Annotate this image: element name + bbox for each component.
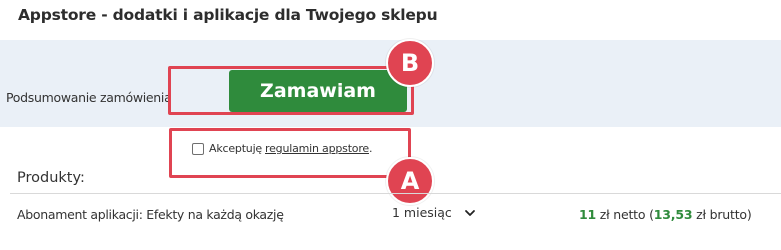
callout-badge-b: B (386, 39, 434, 87)
page-header: Appstore - dodatki i aplikacje dla Twoje… (0, 0, 781, 40)
summary-label: Podsumowanie zamówienia (6, 90, 172, 105)
price-net-value: 11 (579, 207, 596, 222)
order-button[interactable]: Zamawiam (229, 70, 407, 112)
divider (10, 193, 781, 194)
product-price: 11 zł netto (13,53 zł brutto) (579, 207, 752, 222)
period-select[interactable]: 1 miesiąc (392, 205, 476, 220)
product-name: Abonament aplikacji: Efekty na każdą oka… (17, 207, 284, 222)
period-select-value: 1 miesiąc (392, 205, 452, 220)
price-net-label: zł netto ( (599, 207, 654, 222)
callout-badge-a: A (386, 157, 434, 205)
price-gross-value: 13,53 (653, 207, 693, 222)
terms-label: Akceptuję (209, 142, 263, 155)
terms-row: Akceptuję regulamin appstore . (192, 142, 373, 155)
chevron-down-icon (464, 209, 475, 216)
terms-link[interactable]: regulamin appstore (265, 142, 369, 155)
price-gross-label: zł brutto) (696, 207, 752, 222)
terms-suffix: . (368, 142, 373, 155)
page-title: Appstore - dodatki i aplikacje dla Twoje… (18, 6, 438, 24)
terms-checkbox[interactable] (192, 142, 204, 155)
products-heading: Produkty: (17, 170, 85, 186)
